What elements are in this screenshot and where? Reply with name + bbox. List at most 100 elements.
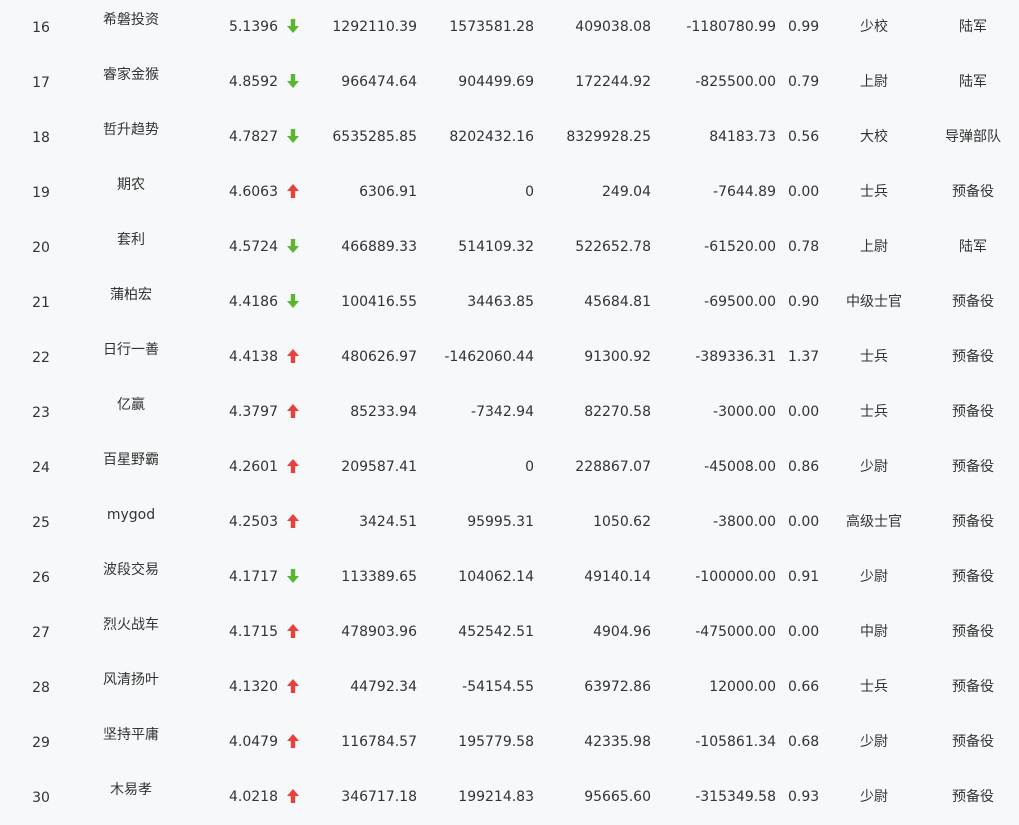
value-col-1: 466889.33 [341, 239, 417, 255]
arrow-up-icon [286, 183, 300, 201]
ranking-table: 16 希磐投资 5.1396 1292110.39 1573581.28 409… [0, 0, 1019, 818]
table-row[interactable]: 28 风清扬叶 4.1320 44792.34 -54154.55 63972.… [0, 660, 1019, 715]
arrow-up-icon [286, 458, 300, 476]
branch-label: 陆军 [959, 19, 987, 35]
rank-number: 24 [32, 460, 50, 476]
military-rank-label: 士兵 [860, 404, 888, 420]
table-row[interactable]: 26 波段交易 4.1717 113389.65 104062.14 49140… [0, 550, 1019, 605]
value-col-1: 478903.96 [341, 624, 417, 640]
value-col-3: 82270.58 [584, 404, 651, 420]
ratio-value: 0.93 [788, 789, 820, 805]
table-row[interactable]: 18 哲升趋势 4.7827 6535285.85 8202432.16 832… [0, 110, 1019, 165]
value-col-4: 84183.73 [709, 129, 776, 145]
rank-number: 28 [32, 680, 50, 696]
value-col-3: 42335.98 [584, 734, 651, 750]
score-value: 4.2503 [229, 514, 278, 530]
score-value: 5.1396 [229, 19, 278, 35]
value-col-4: -7644.89 [713, 184, 776, 200]
value-col-2: 0 [525, 459, 534, 475]
ratio-value: 0.56 [788, 129, 820, 145]
value-col-2: 195779.58 [458, 734, 534, 750]
value-col-4: -3800.00 [713, 514, 776, 530]
trader-name-link[interactable]: 期农 [72, 176, 190, 194]
trader-name-link[interactable]: 哲升趋势 [72, 121, 190, 139]
value-col-1: 480626.97 [341, 349, 417, 365]
trader-name-link[interactable]: 波段交易 [72, 561, 190, 579]
value-col-1: 113389.65 [341, 569, 417, 585]
table-row[interactable]: 27 烈火战车 4.1715 478903.96 452542.51 4904.… [0, 605, 1019, 660]
table-row[interactable]: 16 希磐投资 5.1396 1292110.39 1573581.28 409… [0, 0, 1019, 55]
ratio-value: 0.78 [788, 239, 820, 255]
military-rank-label: 士兵 [860, 184, 888, 200]
value-col-4: -69500.00 [704, 294, 776, 310]
value-col-4: -3000.00 [713, 404, 776, 420]
arrow-up-icon [286, 403, 300, 421]
trader-name-link[interactable]: 睿家金猴 [72, 66, 190, 84]
military-rank-label: 少尉 [860, 789, 888, 805]
branch-label: 预备役 [952, 184, 994, 200]
table-row[interactable]: 29 坚持平庸 4.0479 116784.57 195779.58 42335… [0, 715, 1019, 770]
branch-label: 预备役 [952, 624, 994, 640]
military-rank-label: 士兵 [860, 349, 888, 365]
table-row[interactable]: 22 日行一善 4.4138 480626.97 -1462060.44 913… [0, 330, 1019, 385]
trader-name-link[interactable]: 风清扬叶 [72, 671, 190, 689]
trader-name-link[interactable]: mygod [72, 506, 190, 524]
value-col-3: 91300.92 [584, 349, 651, 365]
trader-name-link[interactable]: 烈火战车 [72, 616, 190, 634]
value-col-3: 49140.14 [584, 569, 651, 585]
military-rank-label: 上尉 [860, 74, 888, 90]
ratio-value: 0.91 [788, 569, 820, 585]
rank-number: 20 [32, 240, 50, 256]
table-row[interactable]: 25 mygod 4.2503 3424.51 95995.31 1050.62… [0, 495, 1019, 550]
ratio-value: 0.66 [788, 679, 820, 695]
trader-name-link[interactable]: 希磐投资 [72, 11, 190, 29]
trader-name-link[interactable]: 蒲柏宏 [72, 286, 190, 304]
table-row[interactable]: 21 蒲柏宏 4.4186 100416.55 34463.85 45684.8… [0, 275, 1019, 330]
value-col-4: -475000.00 [695, 624, 776, 640]
arrow-down-icon [286, 128, 300, 146]
branch-label: 陆军 [959, 74, 987, 90]
ratio-value: 1.37 [788, 349, 820, 365]
military-rank-label: 少尉 [860, 459, 888, 475]
branch-label: 预备役 [952, 349, 994, 365]
value-col-1: 116784.57 [341, 734, 417, 750]
arrow-up-icon [286, 788, 300, 806]
ratio-value: 0.68 [788, 734, 820, 750]
trader-name-link[interactable]: 亿赢 [72, 396, 190, 414]
table-row[interactable]: 20 套利 4.5724 466889.33 514109.32 522652.… [0, 220, 1019, 275]
table-row[interactable]: 23 亿赢 4.3797 85233.94 -7342.94 82270.58 … [0, 385, 1019, 440]
trader-name-link[interactable]: 日行一善 [72, 341, 190, 359]
value-col-1: 3424.51 [359, 514, 417, 530]
table-row[interactable]: 30 木易孝 4.0218 346717.18 199214.83 95665.… [0, 770, 1019, 825]
ratio-value: 0.00 [788, 404, 820, 420]
trader-name-link[interactable]: 套利 [72, 231, 190, 249]
branch-label: 预备役 [952, 734, 994, 750]
branch-label: 导弹部队 [945, 129, 1001, 145]
branch-label: 预备役 [952, 459, 994, 475]
value-col-4: -100000.00 [695, 569, 776, 585]
value-col-3: 95665.60 [584, 789, 651, 805]
ratio-value: 0.99 [788, 19, 820, 35]
value-col-4: -45008.00 [704, 459, 776, 475]
rank-number: 30 [32, 790, 50, 806]
score-value: 4.0479 [229, 734, 278, 750]
score-value: 4.1715 [229, 624, 278, 640]
rank-number: 17 [32, 75, 50, 91]
arrow-up-icon [286, 623, 300, 641]
score-value: 4.7827 [229, 129, 278, 145]
trader-name-link[interactable]: 木易孝 [72, 781, 190, 799]
value-col-2: 1573581.28 [449, 19, 534, 35]
value-col-4: 12000.00 [709, 679, 776, 695]
arrow-down-icon [286, 73, 300, 91]
value-col-3: 522652.78 [575, 239, 651, 255]
branch-label: 陆军 [959, 239, 987, 255]
branch-label: 预备役 [952, 404, 994, 420]
table-row[interactable]: 19 期农 4.6063 6306.91 0 249.04 -7644.89 0… [0, 165, 1019, 220]
military-rank-label: 中尉 [860, 624, 888, 640]
trader-name-link[interactable]: 百星野霸 [72, 451, 190, 469]
table-row[interactable]: 24 百星野霸 4.2601 209587.41 0 228867.07 -45… [0, 440, 1019, 495]
military-rank-label: 上尉 [860, 239, 888, 255]
trader-name-link[interactable]: 坚持平庸 [72, 726, 190, 744]
branch-label: 预备役 [952, 294, 994, 310]
table-row[interactable]: 17 睿家金猴 4.8592 966474.64 904499.69 17224… [0, 55, 1019, 110]
